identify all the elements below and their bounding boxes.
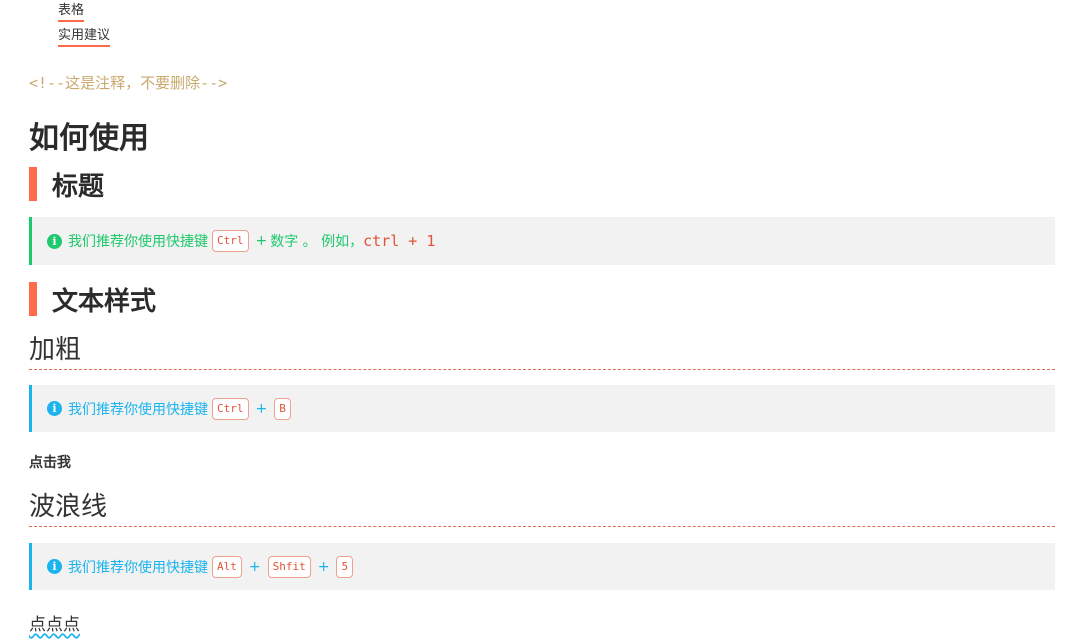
tip-text: 我们推荐你使用快捷键 (68, 401, 208, 418)
html-comment-text: <!--这是注释，不要删除--> (29, 74, 228, 92)
bold-demo-text: 点击我 (29, 455, 71, 471)
tip-text: 我们推荐你使用快捷键 (68, 234, 208, 250)
heading-accent-bar (29, 282, 37, 316)
tip-box-bold: i 我们推荐你使用快捷键 Ctrl + B (29, 385, 1055, 432)
plus-sign: + (255, 400, 268, 417)
page-title: 如何使用 (29, 121, 149, 156)
wavy-demo-text: 点点点 (29, 615, 80, 635)
section-heading-label: 标题 (52, 171, 105, 202)
shortcut-example: ctrl + 1 (363, 232, 436, 250)
info-icon: i (47, 401, 62, 416)
plus-sign: + (248, 558, 261, 575)
section-text-style-title: 文本样式 (29, 282, 157, 317)
tip-text-2: 数字 。 例如， (270, 234, 364, 250)
toc-link-tips[interactable]: 实用建议 (58, 28, 111, 47)
key-alt: Alt (212, 555, 242, 578)
subheading-wavy: 波浪线 (29, 490, 1055, 527)
tip-box-wavy: i 我们推荐你使用快捷键 Alt + Shfit + 5 (29, 543, 1055, 590)
info-icon: i (47, 233, 62, 249)
key-b: B (274, 397, 291, 420)
key-shift: Shfit (267, 555, 311, 578)
section-heading-title: 标题 (29, 167, 105, 202)
key-ctrl: Ctrl (212, 397, 249, 420)
plus-sign: + (255, 233, 268, 249)
section-text-style-label: 文本样式 (52, 286, 157, 317)
key-ctrl: Ctrl (212, 230, 249, 252)
tip-text: 我们推荐你使用快捷键 (68, 559, 208, 576)
heading-accent-bar (29, 167, 37, 201)
subheading-bold: 加粗 (29, 333, 1055, 370)
key-5: 5 (336, 555, 354, 578)
info-icon: i (47, 559, 62, 574)
tip-box-heading: i 我们推荐你使用快捷键 Ctrl + 数字 。 例如， ctrl + 1 (29, 217, 1055, 265)
plus-sign: + (317, 558, 330, 575)
toc-link-table[interactable]: 表格 (58, 3, 85, 22)
